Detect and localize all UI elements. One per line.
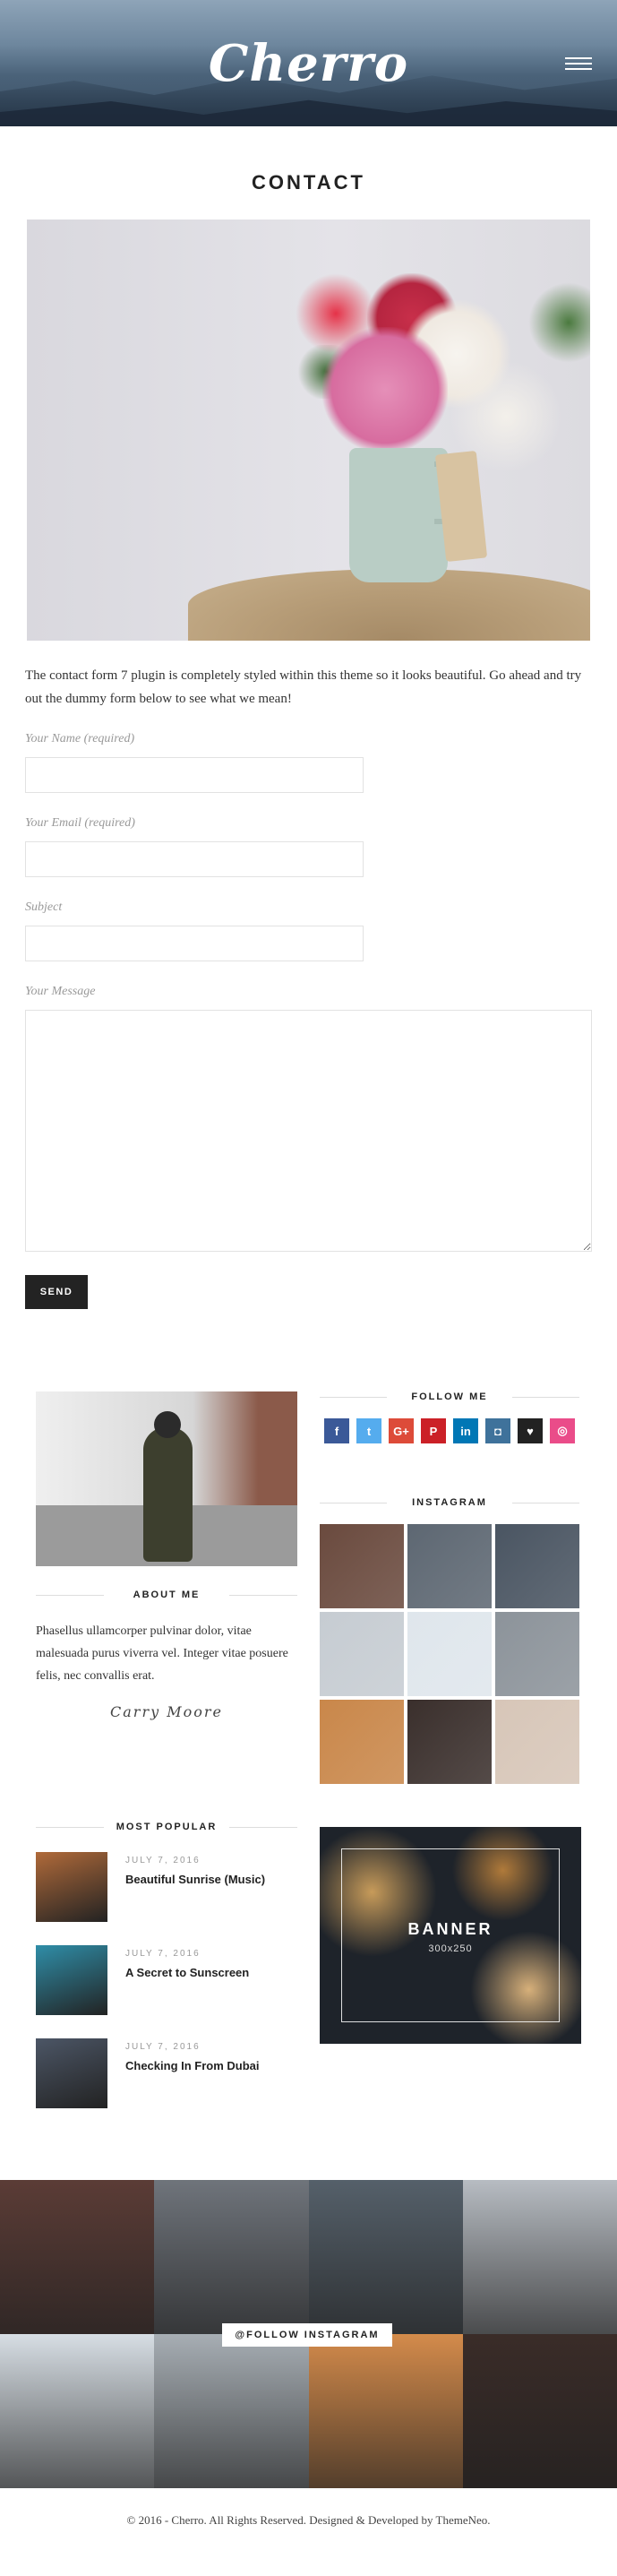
message-label: Your Message <box>25 985 96 998</box>
dribbble-icon[interactable]: ◎ <box>550 1418 575 1443</box>
instagram-strip-photo[interactable] <box>0 2334 155 2488</box>
post-title[interactable]: Beautiful Sunrise (Music) <box>125 1873 265 1886</box>
instagram-strip-photo[interactable] <box>462 2334 617 2488</box>
instagram-strip-photo[interactable] <box>154 2334 309 2488</box>
menu-line <box>565 63 592 65</box>
popular-list: JULY 7, 2016 Beautiful Sunrise (Music) JUL… <box>36 1852 297 2108</box>
instagram-strip-photo[interactable] <box>462 2180 617 2334</box>
banner-widget: BANNER 300x250 <box>320 1827 581 2044</box>
photo-person <box>143 1427 193 1562</box>
about-widget: ABOUT ME Phasellus ullamcorper pulvinar … <box>36 1391 298 1720</box>
banner-title: BANNER <box>407 1920 493 1938</box>
instagram-photo[interactable] <box>495 1524 579 1608</box>
email-field-group: Your Email (required) <box>25 816 592 877</box>
photo-person-head <box>154 1411 181 1438</box>
name-input[interactable] <box>25 757 364 793</box>
signature-image: Carry Moore <box>110 1703 223 1720</box>
hamburger-icon[interactable] <box>565 57 592 73</box>
name-field-group: Your Name (required) <box>25 732 592 793</box>
post-meta: JULY 7, 2016 Checking In From Dubai <box>125 2038 260 2108</box>
instagram-strip-photo[interactable] <box>308 2180 463 2334</box>
message-textarea[interactable] <box>25 1010 592 1252</box>
instagram-photo[interactable] <box>495 1612 579 1696</box>
post-thumbnail[interactable] <box>36 2038 107 2108</box>
instagram-strip-photo[interactable] <box>0 2180 155 2334</box>
post-meta: JULY 7, 2016 A Secret to Sunscreen <box>125 1945 249 2015</box>
post-title[interactable]: Checking In From Dubai <box>125 2059 260 2072</box>
about-photo <box>36 1391 297 1566</box>
featured-image-flowers <box>27 220 590 641</box>
instagram-photo[interactable] <box>407 1700 492 1784</box>
facebook-icon[interactable]: f <box>324 1418 349 1443</box>
popular-widget: MOST POPULAR JULY 7, 2016 Beautiful Sunri… <box>36 1822 298 2132</box>
instagram-photo[interactable] <box>495 1700 579 1784</box>
instagram-grid <box>320 1524 579 1784</box>
subject-label: Subject <box>25 900 63 914</box>
twitter-icon[interactable]: t <box>356 1418 381 1443</box>
instagram-strip-photo[interactable] <box>154 2180 309 2334</box>
jug <box>349 448 448 582</box>
message-field-group: Your Message <box>25 985 592 1252</box>
post-meta: JULY 7, 2016 Beautiful Sunrise (Music) <box>125 1852 265 1922</box>
follow-instagram-button[interactable]: @FOLLOW INSTAGRAM <box>222 2323 392 2347</box>
linkedin-icon[interactable]: in <box>453 1418 478 1443</box>
google-plus-icon[interactable]: G+ <box>389 1418 414 1443</box>
instagram-strip: @FOLLOW INSTAGRAM <box>0 2180 617 2488</box>
site-header: Cherro <box>0 0 617 126</box>
email-input[interactable] <box>25 841 364 877</box>
post-title[interactable]: A Secret to Sunscreen <box>125 1966 249 1979</box>
popular-post-item[interactable]: JULY 7, 2016 A Secret to Sunscreen <box>36 1945 297 2015</box>
post-date: JULY 7, 2016 <box>125 1949 201 1959</box>
intro-text: The contact form 7 plugin is completely … <box>25 668 582 706</box>
popular-post-item[interactable]: JULY 7, 2016 Beautiful Sunrise (Music) <box>36 1852 297 1922</box>
instagram-photo[interactable] <box>407 1612 492 1696</box>
site-logo[interactable]: Cherro <box>0 34 617 93</box>
instagram-photo[interactable] <box>320 1612 404 1696</box>
menu-line <box>565 68 592 70</box>
follow-widget: FOLLOW ME f t G+ Pin ◘ ♥ ◎ INSTAGRAM <box>320 1391 579 1784</box>
name-label: Your Name (required) <box>25 732 135 745</box>
about-text: Phasellus ullamcorper pulvinar dolor, vi… <box>36 1624 288 1683</box>
instagram-title: INSTAGRAM <box>320 1497 579 1508</box>
banner-ad[interactable]: BANNER 300x250 <box>320 1827 581 2044</box>
email-label: Your Email (required) <box>25 816 135 830</box>
social-icons: f t G+ Pin ◘ ♥ ◎ <box>320 1418 579 1443</box>
post-date: JULY 7, 2016 <box>125 1856 201 1865</box>
page-title: CONTACT <box>252 171 365 194</box>
about-title: ABOUT ME <box>36 1590 298 1600</box>
flower-shape <box>322 327 448 452</box>
instagram-photo[interactable] <box>407 1524 492 1608</box>
bloglovin-icon[interactable]: ♥ <box>518 1418 543 1443</box>
popular-title: MOST POPULAR <box>36 1822 298 1832</box>
footer-copyright: © 2016 - Cherro. All Rights Reserved. De… <box>126 2513 491 2527</box>
post-thumbnail[interactable] <box>36 1852 107 1922</box>
widgets-area: ABOUT ME Phasellus ullamcorper pulvinar … <box>0 1391 617 2180</box>
pinterest-icon[interactable]: P <box>421 1418 446 1443</box>
contact-form: Your Name (required) Your Email (require… <box>25 732 592 1309</box>
popular-post-item[interactable]: JULY 7, 2016 Checking In From Dubai <box>36 2038 297 2108</box>
menu-line <box>565 57 592 59</box>
send-button[interactable]: SEND <box>25 1275 88 1309</box>
instagram-photo[interactable] <box>320 1700 404 1784</box>
post-thumbnail[interactable] <box>36 1945 107 2015</box>
subject-field-group: Subject <box>25 900 592 961</box>
subject-input[interactable] <box>25 926 364 961</box>
post-date: JULY 7, 2016 <box>125 2042 201 2052</box>
leaf-shape <box>528 282 590 363</box>
follow-title: FOLLOW ME <box>320 1391 579 1402</box>
instagram-icon[interactable]: ◘ <box>485 1418 510 1443</box>
instagram-photo[interactable] <box>320 1524 404 1608</box>
banner-size: 300x250 <box>428 1943 473 1954</box>
instagram-strip-photo[interactable] <box>308 2334 463 2488</box>
